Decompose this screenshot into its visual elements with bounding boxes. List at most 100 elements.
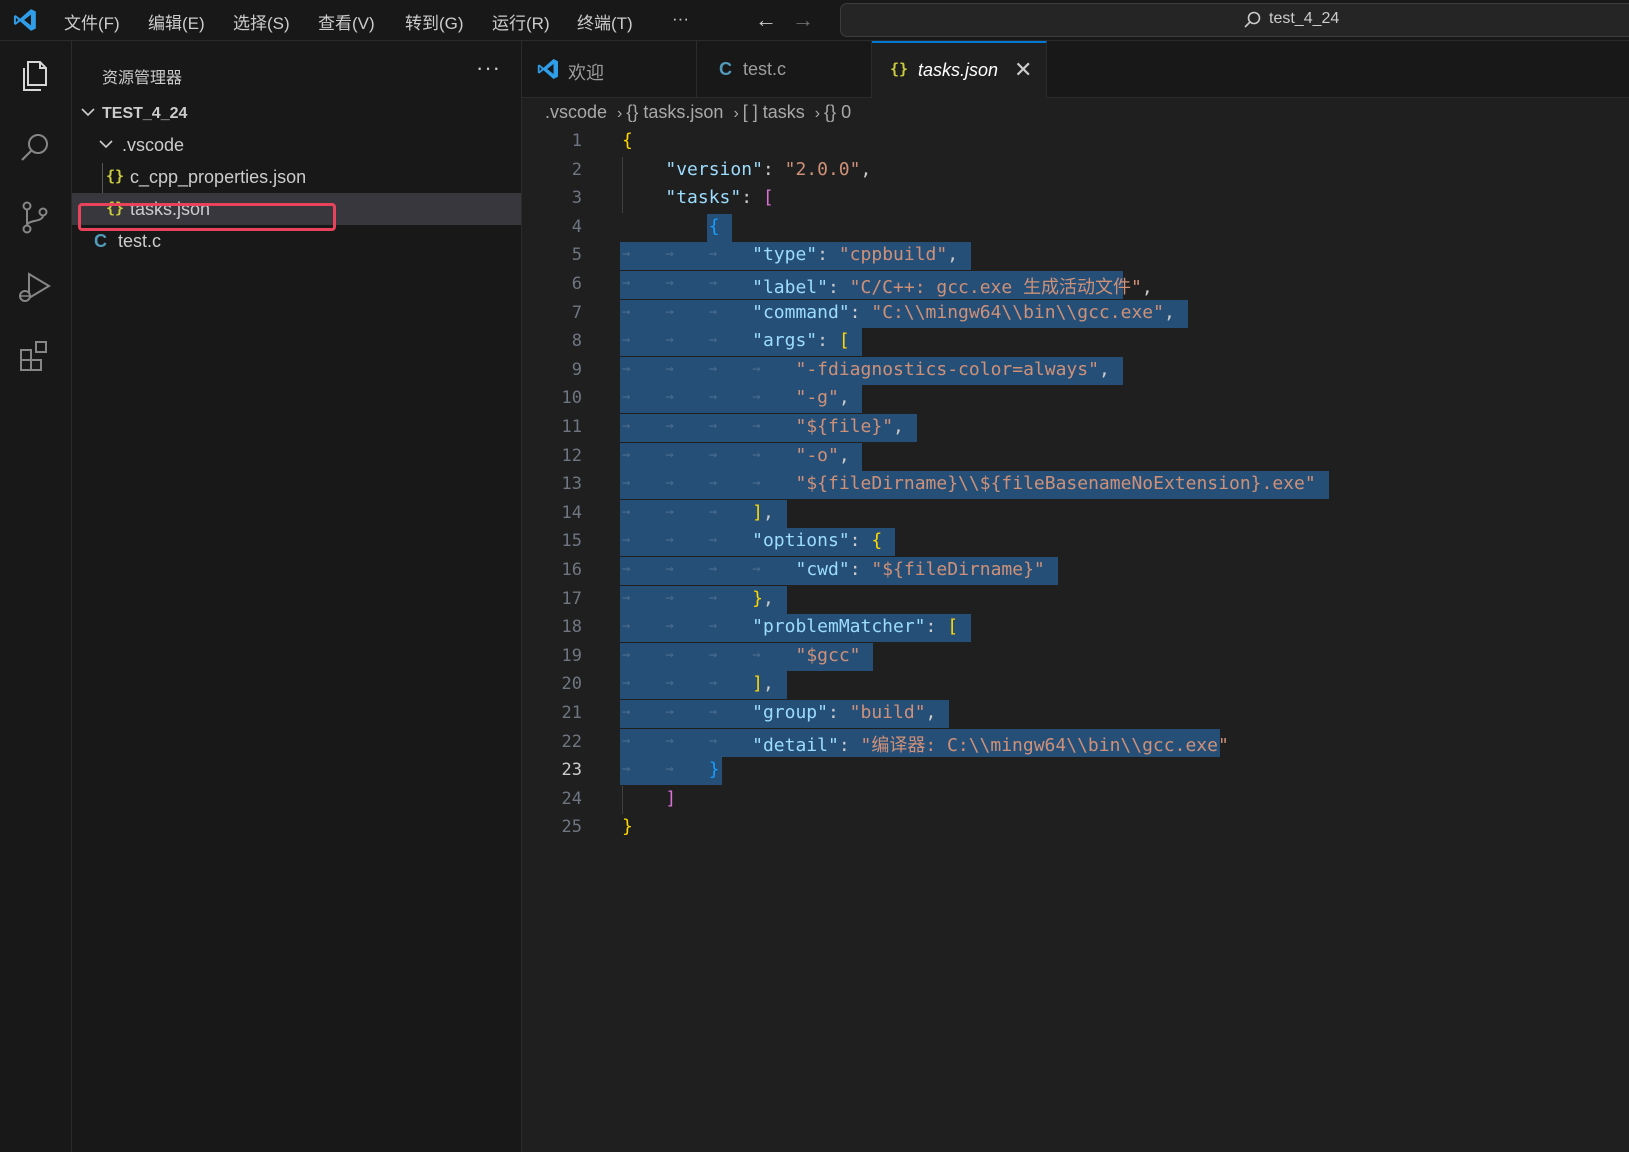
tab-welcome[interactable]: 欢迎: [522, 41, 697, 97]
code-text: "options": {: [752, 530, 883, 552]
code-text: {: [708, 215, 720, 237]
source-control-icon[interactable]: [14, 196, 56, 238]
code-line[interactable]: → → → 6 "label": "C/C++: gcc.exe 生成活动文件",: [522, 271, 1629, 299]
code-line[interactable]: → → → 22 "detail": "编译器: C:\\mingw64\\bin\\…: [522, 728, 1629, 757]
code-text: "$gcc": [795, 644, 861, 666]
menu-item[interactable]: 选择(S): [233, 9, 290, 34]
breadcrumb: .vscode ›{} tasks.json ›[ ] tasks ›{} 0: [545, 102, 855, 128]
search-icon: [1244, 11, 1261, 28]
title-bar: 文件(F) 编辑(E) 选择(S) 查看(V) 转到(G) 运行(R) 终端(T) ··· ←…: [0, 0, 1629, 41]
code-line[interactable]: → → → 15 "options": {: [522, 528, 1629, 557]
code-line[interactable]: → → → → 13 "${fileDirname}\\${fileBasenameNo…: [522, 471, 1629, 500]
chevron-down-icon: [99, 140, 113, 149]
code-text: "command": "C:\\mingw64\\bin\\gcc.exe",: [752, 301, 1175, 323]
tree-folder-vscode[interactable]: .vscode: [72, 129, 521, 161]
code-text: "group": "build",: [752, 702, 937, 723]
code-line[interactable]: 3 "tasks": [: [522, 185, 1629, 214]
file-label: test.c: [118, 231, 162, 251]
explorer-icon[interactable]: [14, 55, 56, 97]
line-number: 18: [561, 617, 582, 638]
tab-label: tasks.json: [918, 60, 999, 80]
line-number: 5: [571, 245, 582, 266]
line-number: 9: [571, 359, 582, 380]
forward-arrow-icon[interactable]: →: [792, 7, 814, 33]
code-line[interactable]: 25}: [522, 814, 1629, 842]
code-text: ],: [752, 673, 774, 695]
line-number: 24: [561, 788, 582, 809]
code-line[interactable]: → → → 8 "args": [: [522, 328, 1629, 357]
code-line[interactable]: 4 {: [522, 213, 1629, 242]
breadcrumb-item[interactable]: {} 0: [824, 102, 851, 122]
menu-item[interactable]: 终端(T): [577, 9, 633, 34]
code-line[interactable]: → → → → 19 "$gcc": [522, 642, 1629, 671]
line-number: 4: [571, 216, 582, 237]
menu-item[interactable]: 文件(F): [64, 9, 120, 34]
extensions-icon[interactable]: [14, 336, 56, 378]
menu-item[interactable]: 转到(G): [405, 9, 464, 34]
code-line[interactable]: → → → 20 ],: [522, 671, 1629, 700]
code-line[interactable]: → → → 17 },: [522, 585, 1629, 614]
line-number: 2: [571, 159, 582, 180]
run-debug-icon[interactable]: [14, 266, 56, 308]
tab-tasks-json[interactable]: {} tasks.json ✕: [872, 41, 1047, 98]
code-text: "detail": "编译器: C:\\mingw64\\bin\\gcc.ex…: [752, 734, 1229, 756]
code-line[interactable]: → → → 21 "group": "build",: [522, 700, 1629, 728]
json-file-icon: {}: [890, 60, 909, 78]
command-center-search[interactable]: test_4_24: [840, 3, 1629, 37]
code-editor[interactable]: 1{2 "version": "2.0.0", 3 "tasks": [4 {→ →…: [522, 128, 1629, 1152]
code-line[interactable]: → → → → 10 "-g",: [522, 385, 1629, 414]
search-icon[interactable]: [14, 127, 56, 169]
folder-label: .vscode: [122, 135, 185, 155]
code-text: "cwd": "${fileDirname}": [795, 559, 1045, 580]
line-number: 17: [561, 588, 582, 609]
tree-file-c-cpp-properties[interactable]: {} c_cpp_properties.json: [72, 161, 521, 193]
code-text: },: [752, 587, 774, 609]
line-number: 12: [561, 445, 582, 466]
search-text: test_4_24: [1269, 10, 1340, 27]
root-folder-label: TEST_4_24: [102, 105, 188, 122]
code-line[interactable]: → → → 18 "problemMatcher": [: [522, 614, 1629, 643]
breadcrumb-item[interactable]: .vscode: [545, 102, 607, 122]
code-line[interactable]: → → → 14 ],: [522, 499, 1629, 528]
code-line[interactable]: → → → → 12 "-o",: [522, 442, 1629, 471]
chevron-right-icon: ›: [617, 105, 623, 122]
code-line[interactable]: → → → → 9 "-fdiagnostics-color=always",: [522, 356, 1629, 385]
code-line[interactable]: → → → → 11 "${file}",: [522, 414, 1629, 442]
tree-root-folder[interactable]: TEST_4_24: [72, 97, 521, 129]
code-line[interactable]: 24 ]: [522, 785, 1629, 814]
breadcrumb-item[interactable]: [ ] tasks: [743, 102, 805, 122]
code-line[interactable]: 1{: [522, 128, 1629, 156]
code-text: "version": "2.0.0",: [665, 158, 872, 180]
line-number: 21: [561, 703, 582, 723]
back-arrow-icon[interactable]: ←: [755, 7, 777, 33]
code-text: {: [622, 130, 633, 151]
tab-test-c[interactable]: C test.c: [697, 41, 872, 97]
code-line[interactable]: → → 23 }: [522, 757, 1629, 786]
line-number: 10: [561, 388, 582, 409]
line-number: 3: [571, 188, 582, 209]
code-text: "${file}",: [795, 416, 904, 437]
line-number: 13: [561, 474, 582, 495]
close-icon[interactable]: ✕: [1014, 57, 1032, 83]
explorer-title: 资源管理器: [102, 70, 183, 87]
code-line[interactable]: → → → 5 "type": "cppbuild",: [522, 242, 1629, 271]
menu-item[interactable]: 运行(R): [492, 9, 550, 34]
breadcrumb-item[interactable]: {} tasks.json: [626, 102, 723, 122]
code-text: "type": "cppbuild",: [752, 244, 959, 266]
c-file-icon: C: [719, 59, 732, 79]
menu-item[interactable]: 查看(V): [318, 9, 375, 34]
menu-item[interactable]: 编辑(E): [148, 9, 205, 34]
more-menu-button[interactable]: ···: [672, 9, 689, 29]
code-line[interactable]: → → → → 16 "cwd": "${fileDirname}": [522, 557, 1629, 585]
line-number: 25: [561, 817, 582, 838]
chevron-down-icon: [81, 108, 95, 117]
code-text: "${fileDirname}\\${fileBasenameNoExtensi…: [795, 473, 1316, 495]
line-number: 8: [571, 331, 582, 352]
more-actions-button[interactable]: ···: [476, 55, 501, 81]
code-line[interactable]: 2 "version": "2.0.0",: [522, 156, 1629, 185]
vscode-logo-icon: [537, 59, 558, 79]
code-text: "args": [: [752, 330, 850, 352]
code-line[interactable]: → → → 7 "command": "C:\\mingw64\\bin\\gcc.e…: [522, 299, 1629, 328]
line-number: 23: [561, 760, 582, 781]
vscode-logo-icon[interactable]: [12, 7, 38, 33]
